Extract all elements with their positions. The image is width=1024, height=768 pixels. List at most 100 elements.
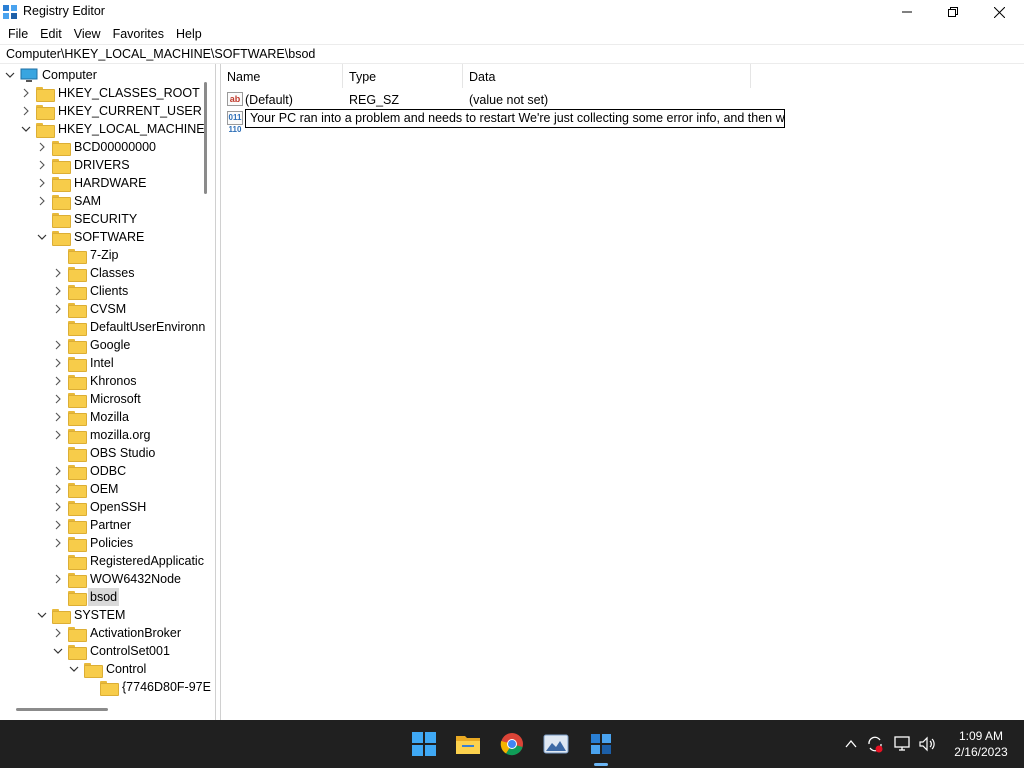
title-bar[interactable]: Registry Editor xyxy=(0,0,1024,24)
tree-item[interactable]: SYSTEM xyxy=(0,606,205,624)
registry-editor-button[interactable] xyxy=(585,728,617,760)
chevron-right-icon[interactable] xyxy=(52,624,64,642)
taskbar-clock[interactable]: 1:09 AM 2/16/2023 xyxy=(946,728,1016,760)
tree-vertical-scrollbar[interactable] xyxy=(204,82,207,194)
value-row-default[interactable]: ab (Default) REG_SZ (value not set) xyxy=(225,90,785,108)
tree-item[interactable]: Microsoft xyxy=(0,390,205,408)
chevron-right-icon[interactable] xyxy=(20,102,32,120)
chevron-right-icon[interactable] xyxy=(52,264,64,282)
chevron-right-icon[interactable] xyxy=(52,480,64,498)
tree-item-label: mozilla.org xyxy=(90,428,151,442)
menu-favorites[interactable]: Favorites xyxy=(107,25,170,43)
chevron-right-icon[interactable] xyxy=(52,426,64,444)
chevron-right-icon[interactable] xyxy=(52,498,64,516)
chevron-down-icon[interactable] xyxy=(36,228,48,246)
tree-item[interactable]: ActivationBroker xyxy=(0,624,205,642)
sync-icon[interactable] xyxy=(866,735,884,753)
chevron-right-icon[interactable] xyxy=(52,462,64,480)
tree-item[interactable]: OBS Studio xyxy=(0,444,205,462)
start-button[interactable] xyxy=(408,728,440,760)
folder-icon xyxy=(52,213,71,228)
tree-item[interactable]: HARDWARE xyxy=(0,174,205,192)
tree-item-label: WOW6432Node xyxy=(90,572,182,586)
folder-icon xyxy=(36,87,55,102)
chevron-right-icon[interactable] xyxy=(36,174,48,192)
menu-file[interactable]: File xyxy=(2,25,34,43)
tree-horizontal-scrollbar[interactable] xyxy=(16,708,108,711)
tree-item[interactable]: Computer xyxy=(0,66,205,84)
tree-item[interactable]: BCD00000000 xyxy=(0,138,205,156)
column-header-name[interactable]: Name xyxy=(221,64,343,88)
chevron-right-icon[interactable] xyxy=(52,354,64,372)
tree-item[interactable]: DefaultUserEnvironn xyxy=(0,318,205,336)
tree-item[interactable]: OEM xyxy=(0,480,205,498)
chevron-right-icon[interactable] xyxy=(20,84,32,102)
file-explorer-button[interactable] xyxy=(452,728,484,760)
chevron-down-icon[interactable] xyxy=(20,120,32,138)
chevron-up-icon[interactable] xyxy=(845,738,857,750)
tree-item[interactable]: Control xyxy=(0,660,205,678)
tree-item[interactable]: bsod xyxy=(0,588,205,606)
chrome-button[interactable] xyxy=(496,728,528,760)
network-icon[interactable] xyxy=(894,735,912,753)
close-button[interactable] xyxy=(976,0,1022,24)
chevron-right-icon[interactable] xyxy=(52,372,64,390)
address-bar[interactable]: Computer\HKEY_LOCAL_MACHINE\SOFTWARE\bso… xyxy=(0,44,1024,64)
tree-item[interactable]: HKEY_CURRENT_USER xyxy=(0,102,205,120)
tree-item[interactable]: SOFTWARE xyxy=(0,228,205,246)
tree-item[interactable]: Partner xyxy=(0,516,205,534)
rename-value-input[interactable]: Your PC ran into a problem and needs to … xyxy=(245,109,785,128)
chevron-down-icon[interactable] xyxy=(36,606,48,624)
tree-item[interactable]: Intel xyxy=(0,354,205,372)
chevron-down-icon[interactable] xyxy=(52,642,64,660)
tree-item-label: Khronos xyxy=(90,374,137,388)
tree-item[interactable]: OpenSSH xyxy=(0,498,205,516)
tree-item[interactable]: HKEY_CLASSES_ROOT xyxy=(0,84,205,102)
column-header-type[interactable]: Type xyxy=(343,64,463,88)
tree-item[interactable]: DRIVERS xyxy=(0,156,205,174)
chevron-right-icon[interactable] xyxy=(52,534,64,552)
tree-item[interactable]: {7746D80F-97E xyxy=(0,678,211,696)
chevron-right-icon[interactable] xyxy=(36,138,48,156)
chevron-right-icon[interactable] xyxy=(36,156,48,174)
tree-item[interactable]: ControlSet001 xyxy=(0,642,205,660)
tree-item[interactable]: Policies xyxy=(0,534,205,552)
minimize-button[interactable] xyxy=(884,0,930,24)
tree-item[interactable]: HKEY_LOCAL_MACHINE xyxy=(0,120,205,138)
folder-icon xyxy=(52,609,71,624)
chevron-right-icon[interactable] xyxy=(36,192,48,210)
tree-item[interactable]: SECURITY xyxy=(0,210,205,228)
chevron-right-icon[interactable] xyxy=(52,516,64,534)
photos-button[interactable] xyxy=(540,728,572,760)
tree-item[interactable]: RegisteredApplicatic xyxy=(0,552,205,570)
registry-tree[interactable]: Computer HKEY_CLASSES_ROOT HKEY_CURRENT_US… xyxy=(0,64,216,720)
chevron-right-icon[interactable] xyxy=(52,300,64,318)
tree-item[interactable]: SAM xyxy=(0,192,205,210)
tree-item[interactable]: WOW6432Node xyxy=(0,570,205,588)
tree-item[interactable]: mozilla.org xyxy=(0,426,205,444)
chevron-right-icon[interactable] xyxy=(52,570,64,588)
tree-item[interactable]: ODBC xyxy=(0,462,205,480)
menu-edit[interactable]: Edit xyxy=(34,25,68,43)
tree-item[interactable]: CVSM xyxy=(0,300,205,318)
tree-item[interactable]: 7-Zip xyxy=(0,246,205,264)
menu-view[interactable]: View xyxy=(68,25,107,43)
tree-item[interactable]: Clients xyxy=(0,282,205,300)
chevron-right-icon[interactable] xyxy=(52,336,64,354)
value-row-editing[interactable]: 011 110 Your PC ran into a problem and n… xyxy=(225,109,795,134)
values-list[interactable]: Name Type Data ab (Default) REG_SZ (valu… xyxy=(220,64,1024,720)
restore-button[interactable] xyxy=(930,0,976,24)
chevron-right-icon[interactable] xyxy=(52,390,64,408)
chevron-right-icon[interactable] xyxy=(52,408,64,426)
chevron-down-icon[interactable] xyxy=(68,660,80,678)
volume-icon[interactable] xyxy=(918,735,938,753)
chevron-down-icon[interactable] xyxy=(4,66,16,84)
tree-item[interactable]: Google xyxy=(0,336,205,354)
column-header-data[interactable]: Data xyxy=(463,64,751,88)
tree-item[interactable]: Mozilla xyxy=(0,408,205,426)
tree-item[interactable]: Classes xyxy=(0,264,205,282)
chevron-right-icon[interactable] xyxy=(52,282,64,300)
tree-item[interactable]: Khronos xyxy=(0,372,205,390)
regedit-icon xyxy=(591,734,611,754)
menu-help[interactable]: Help xyxy=(170,25,208,43)
